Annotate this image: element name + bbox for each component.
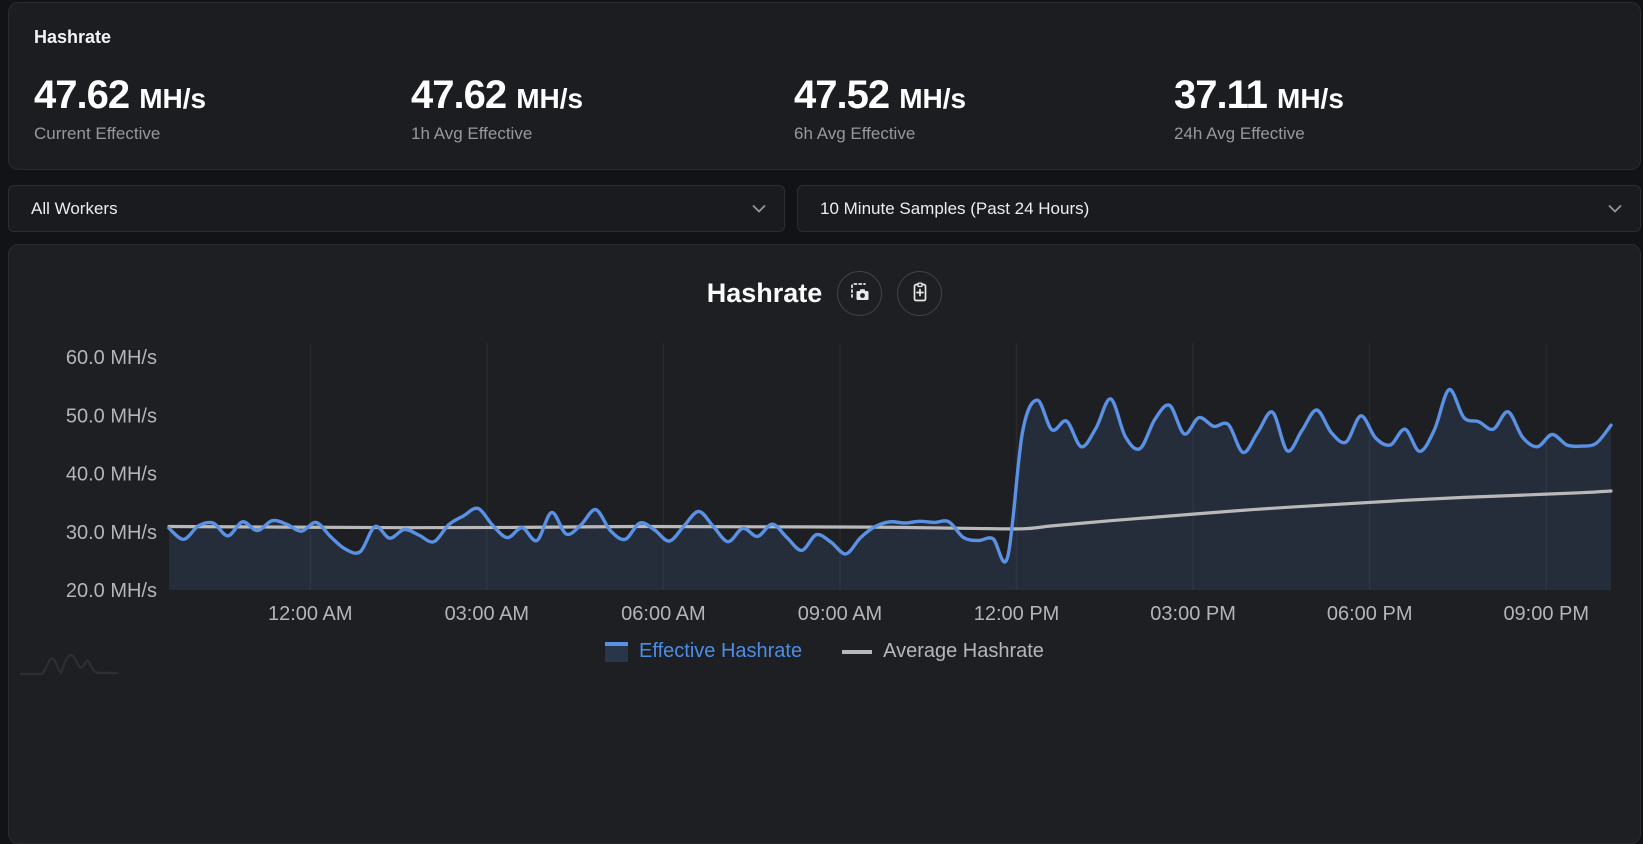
worker-filter-dropdown[interactable]: All Workers — [8, 185, 785, 232]
stat-value: 47.62 MH/s — [34, 73, 207, 117]
hashrate-stats-panel: Hashrate 47.62 MH/s Current Effective 47… — [8, 2, 1641, 170]
pool-logo-watermark — [19, 653, 119, 676]
svg-text:12:00 AM: 12:00 AM — [268, 603, 353, 625]
stat-unit: MH/s — [516, 83, 584, 114]
average-hashrate-swatch — [842, 649, 873, 654]
chart-legend: Effective Hashrate Average Hashrate — [9, 640, 1640, 663]
stat-unit: MH/s — [139, 83, 207, 114]
stat-label: Current Effective — [34, 124, 161, 143]
stat-value: 47.52 MH/s — [794, 73, 967, 117]
stat-unit: MH/s — [899, 83, 967, 114]
sample-interval-value: 10 Minute Samples (Past 24 Hours) — [820, 198, 1090, 218]
chart-title: Hashrate — [706, 278, 823, 308]
legend-label: Effective Hashrate — [639, 640, 803, 662]
legend-item-effective-hashrate[interactable]: Effective Hashrate — [605, 640, 802, 663]
svg-text:30.0 MH/s: 30.0 MH/s — [66, 522, 157, 544]
stat-card-1h-avg: 47.62 MH/s 1h Avg Effective — [411, 75, 794, 144]
stat-card-current: 47.62 MH/s Current Effective — [34, 75, 411, 144]
svg-text:60.0 MH/s: 60.0 MH/s — [66, 347, 157, 369]
svg-text:09:00 AM: 09:00 AM — [798, 603, 883, 625]
hashrate-chart-panel: Hashrate 12:00 AM 03:00 AM 06:00 AM 09:0… — [8, 244, 1641, 844]
filters-row: All Workers 10 Minute Samples (Past 24 H… — [8, 185, 1641, 232]
legend-item-average-hashrate[interactable]: Average Hashrate — [842, 640, 1044, 663]
stats-grid: 47.62 MH/s Current Effective 47.62 MH/s … — [34, 75, 1620, 144]
stat-label: 1h Avg Effective — [411, 124, 533, 143]
chart-header: Hashrate — [9, 271, 1640, 316]
svg-text:06:00 PM: 06:00 PM — [1327, 603, 1413, 625]
stat-unit: MH/s — [1277, 83, 1344, 114]
svg-text:03:00 AM: 03:00 AM — [445, 603, 530, 625]
stat-value: 47.62 MH/s — [411, 73, 584, 117]
svg-text:20.0 MH/s: 20.0 MH/s — [66, 580, 157, 602]
svg-text:09:00 PM: 09:00 PM — [1503, 603, 1589, 625]
legend-label: Average Hashrate — [883, 640, 1044, 662]
clipboard-plus-icon — [908, 280, 932, 307]
stat-card-6h-avg: 47.52 MH/s 6h Avg Effective — [794, 75, 1174, 144]
screenshot-chart-button[interactable] — [837, 271, 883, 316]
camera-capture-icon — [848, 280, 872, 307]
stat-label: 6h Avg Effective — [794, 124, 916, 143]
svg-text:06:00 AM: 06:00 AM — [621, 603, 706, 625]
worker-filter-value: All Workers — [31, 198, 118, 218]
svg-text:50.0 MH/s: 50.0 MH/s — [66, 405, 157, 427]
stat-card-24h-avg: 37.11 MH/s 24h Avg Effective — [1174, 75, 1620, 144]
chevron-down-icon — [1608, 204, 1622, 213]
svg-text:03:00 PM: 03:00 PM — [1150, 603, 1236, 625]
chevron-down-icon — [752, 204, 766, 213]
hashrate-chart[interactable]: 12:00 AM 03:00 AM 06:00 AM 09:00 AM 12:00 PM… — [9, 317, 1640, 639]
stat-value: 37.11 MH/s — [1174, 73, 1344, 117]
svg-text:40.0 MH/s: 40.0 MH/s — [66, 464, 157, 486]
svg-text:12:00 PM: 12:00 PM — [974, 603, 1060, 625]
sample-interval-dropdown[interactable]: 10 Minute Samples (Past 24 Hours) — [797, 185, 1641, 232]
stat-label: 24h Avg Effective — [1174, 124, 1305, 143]
effective-hashrate-swatch — [605, 641, 629, 662]
stats-panel-title: Hashrate — [34, 27, 112, 47]
add-to-dashboard-button[interactable] — [897, 271, 943, 316]
